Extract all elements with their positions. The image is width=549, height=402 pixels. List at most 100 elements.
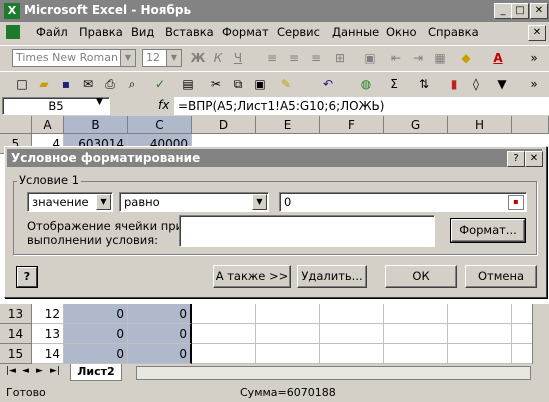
undo-icon[interactable]: ↶: [318, 74, 338, 94]
zoom-icon[interactable]: ▼: [492, 74, 512, 94]
drawing-icon[interactable]: ◊: [466, 74, 486, 94]
format-button[interactable]: Формат...: [450, 218, 526, 243]
column-header-b[interactable]: B: [64, 116, 128, 134]
currency-icon[interactable]: ▣: [360, 48, 380, 68]
sheet-tab-active[interactable]: Лист2: [70, 364, 122, 381]
chevron-down-icon[interactable]: ▼: [166, 50, 181, 66]
font-color-icon[interactable]: A: [488, 48, 508, 68]
save-icon[interactable]: ▪: [56, 74, 76, 94]
formula-input[interactable]: =ВПР(A5;Лист1!A5:G10;6;ЛОЖЬ): [174, 97, 549, 115]
workbook-close-button[interactable]: ✕: [528, 25, 546, 41]
sort-icon[interactable]: ⇅: [414, 74, 434, 94]
select-all-corner[interactable]: [0, 116, 32, 134]
table-cell[interactable]: 12: [32, 304, 64, 324]
add-condition-button[interactable]: А также >>: [213, 265, 291, 288]
workbook-icon[interactable]: [6, 25, 20, 39]
align-center-icon[interactable]: ≡: [284, 48, 304, 68]
research-icon[interactable]: ▤: [178, 74, 198, 94]
window-title: Microsoft Excel - Ноябрь: [24, 3, 192, 17]
table-cell[interactable]: 13: [32, 324, 64, 344]
column-header-d[interactable]: D: [192, 116, 256, 134]
align-right-icon[interactable]: ≡: [306, 48, 326, 68]
email-icon[interactable]: ✉: [78, 74, 98, 94]
chevron-down-icon[interactable]: ▼: [120, 50, 135, 66]
prev-sheet-icon[interactable]: ◄: [22, 366, 29, 376]
open-folder-icon[interactable]: ▰: [34, 74, 54, 94]
close-button[interactable]: ✕: [530, 3, 548, 19]
dialog-close-button[interactable]: ✕: [525, 151, 543, 167]
copy-icon[interactable]: ⧉: [228, 74, 248, 94]
dialog-help-button[interactable]: ?: [507, 151, 525, 167]
bold-button[interactable]: Ж: [188, 48, 208, 68]
merge-center-icon[interactable]: ⊞: [330, 48, 350, 68]
horizontal-scrollbar[interactable]: [136, 366, 531, 380]
italic-button[interactable]: К: [208, 48, 228, 68]
collapse-dialog-icon[interactable]: ▪: [508, 195, 524, 210]
table-cell[interactable]: 0: [128, 344, 192, 364]
vertical-scrollbar[interactable]: [532, 304, 549, 364]
borders-icon[interactable]: ▦: [430, 48, 450, 68]
spelling-icon[interactable]: ✓: [150, 74, 170, 94]
indent-increase-icon[interactable]: ⇥: [408, 48, 428, 68]
menu-edit[interactable]: Правка: [79, 25, 123, 39]
operand-select[interactable]: значение ▼: [27, 192, 113, 212]
chart-wizard-icon[interactable]: ▮: [444, 74, 464, 94]
ok-button[interactable]: ОК: [385, 265, 457, 288]
menu-window[interactable]: Окно: [386, 25, 417, 39]
column-header-a[interactable]: A: [32, 116, 64, 134]
cancel-button[interactable]: Отмена: [465, 265, 537, 288]
new-document-icon[interactable]: □: [12, 74, 32, 94]
minimize-button[interactable]: _: [494, 3, 512, 19]
chevron-down-icon[interactable]: ▼: [96, 97, 103, 107]
table-cell[interactable]: 0: [64, 344, 128, 364]
operator-select[interactable]: равно ▼: [119, 192, 269, 212]
menu-insert[interactable]: Вставка: [165, 25, 214, 39]
print-preview-icon[interactable]: ⌕: [122, 74, 142, 94]
delete-button[interactable]: Удалить...: [297, 265, 367, 288]
table-cell[interactable]: 0: [64, 324, 128, 344]
help-icon[interactable]: ?: [16, 266, 38, 288]
font-size-combo[interactable]: 12 ▼: [142, 49, 182, 67]
row-header[interactable]: 14: [0, 324, 32, 344]
column-header-c[interactable]: C: [128, 116, 192, 134]
row-header[interactable]: 15: [0, 344, 32, 364]
column-header-f[interactable]: F: [320, 116, 384, 134]
toolbar-options-icon[interactable]: »: [524, 74, 544, 94]
column-header-h[interactable]: H: [448, 116, 512, 134]
table-cell[interactable]: 0: [128, 324, 192, 344]
menu-view[interactable]: Вид: [131, 25, 154, 39]
font-name-combo[interactable]: Times New Roman ▼: [12, 49, 136, 67]
menu-file[interactable]: Файл: [36, 25, 68, 39]
chevron-down-icon[interactable]: ▼: [252, 194, 267, 210]
table-cell[interactable]: 0: [128, 304, 192, 324]
indent-decrease-icon[interactable]: ⇤: [386, 48, 406, 68]
chevron-down-icon[interactable]: ▼: [96, 194, 111, 210]
align-left-icon[interactable]: ≡: [262, 48, 282, 68]
format-painter-icon[interactable]: ✎: [276, 74, 296, 94]
value-input[interactable]: 0 ▪: [279, 192, 527, 212]
cut-icon[interactable]: ✂: [206, 74, 226, 94]
toolbar-options-icon[interactable]: »: [524, 48, 544, 68]
empty-cells[interactable]: [192, 304, 549, 364]
menu-tools[interactable]: Сервис: [277, 25, 320, 39]
row-header[interactable]: 13: [0, 304, 32, 324]
column-header-g[interactable]: G: [384, 116, 448, 134]
fill-color-icon[interactable]: ◆: [456, 48, 476, 68]
function-icon[interactable]: fx: [158, 98, 169, 112]
table-cell[interactable]: 0: [64, 304, 128, 324]
first-sheet-icon[interactable]: |◄: [6, 366, 16, 376]
menu-data[interactable]: Данные: [332, 25, 379, 39]
column-header-e[interactable]: E: [256, 116, 320, 134]
menu-help[interactable]: Справка: [428, 25, 479, 39]
maximize-button[interactable]: □: [511, 3, 529, 19]
table-cell[interactable]: 14: [32, 344, 64, 364]
print-icon[interactable]: ⎙: [100, 74, 120, 94]
last-sheet-icon[interactable]: ►|: [50, 366, 60, 376]
menu-format[interactable]: Формат: [222, 25, 269, 39]
autosum-icon[interactable]: Σ: [384, 74, 404, 94]
hyperlink-icon[interactable]: ◍: [356, 74, 376, 94]
name-box[interactable]: B5: [2, 97, 110, 115]
underline-button[interactable]: Ч: [228, 48, 248, 68]
next-sheet-icon[interactable]: ►: [36, 366, 43, 376]
paste-icon[interactable]: ▣: [250, 74, 270, 94]
